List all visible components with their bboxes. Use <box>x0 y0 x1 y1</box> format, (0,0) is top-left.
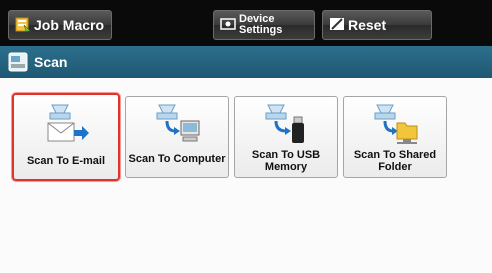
scanner-to-usb-icon <box>262 103 312 154</box>
scan-to-shared-folder-button[interactable]: Scan To Shared Folder <box>343 96 447 178</box>
page-title: Scan <box>34 54 68 70</box>
device-settings-label-line2: Settings <box>239 24 283 36</box>
scan-options-area: Scan To E-mail Scan To Computer Scan To … <box>0 78 492 273</box>
scan-screen: Job Macro Device Settings Reset Scan Sca… <box>0 0 492 273</box>
scanner-to-computer-icon <box>153 103 203 154</box>
scan-to-computer-button[interactable]: Scan To Computer <box>125 96 229 178</box>
tile-label-line1: Scan To Shared <box>353 149 437 161</box>
tile-label: Scan To Computer <box>128 153 226 165</box>
screen-header: Scan <box>0 46 492 78</box>
top-toolbar: Job Macro Device Settings Reset <box>0 0 492 46</box>
scan-to-usb-memory-button[interactable]: Scan To USB Memory <box>234 96 338 178</box>
reset-label: Reset <box>348 17 387 33</box>
tile-label: Scan To USB Memory <box>237 149 335 173</box>
scanner-to-email-icon <box>44 103 92 154</box>
reset-button[interactable]: Reset <box>322 10 432 40</box>
tile-label-line2: Folder <box>378 161 412 173</box>
tile-label-line2: Memory <box>264 161 308 173</box>
scan-to-email-button[interactable]: Scan To E-mail <box>12 93 120 181</box>
scan-icon <box>8 52 28 77</box>
reset-icon <box>329 16 345 35</box>
job-macro-icon <box>15 16 31 35</box>
job-macro-label: Job Macro <box>34 17 105 33</box>
job-macro-button[interactable]: Job Macro <box>8 10 112 40</box>
tile-label-line1: Scan To USB <box>251 149 321 161</box>
device-settings-icon <box>220 16 236 35</box>
scanner-to-folder-icon <box>371 103 421 154</box>
device-settings-button[interactable]: Device Settings <box>213 10 315 40</box>
tile-label: Scan To Shared Folder <box>346 149 444 173</box>
tile-label: Scan To E-mail <box>26 155 106 167</box>
